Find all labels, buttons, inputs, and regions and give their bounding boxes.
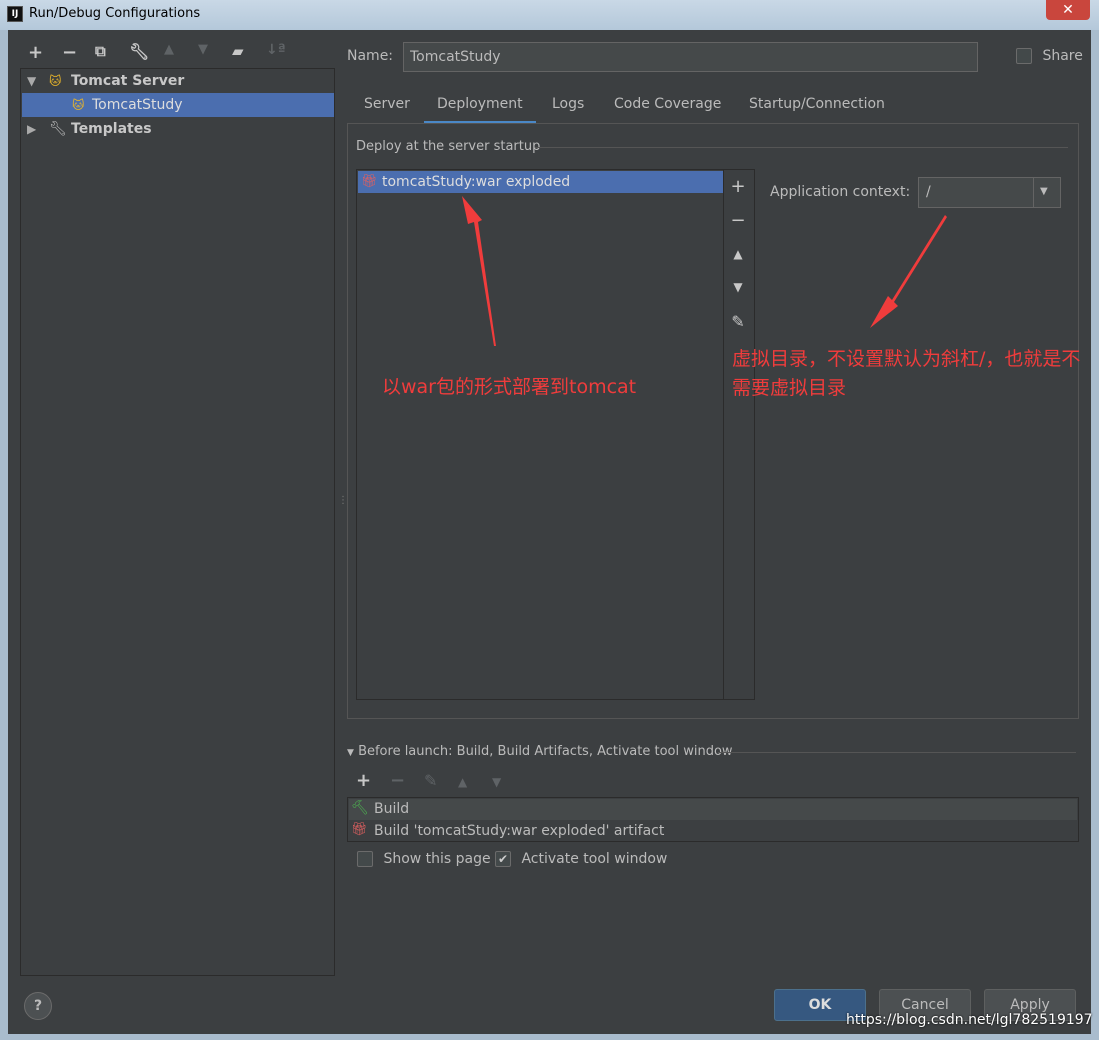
before-launch-header[interactable]: ▼ Before launch: Build, Build Artifacts,… (347, 744, 733, 759)
before-launch-title: Before launch: Build, Build Artifacts, A… (358, 744, 733, 759)
checkbox[interactable] (357, 851, 373, 867)
hammer-icon: 🔨︎ (351, 800, 369, 816)
arrow-right (870, 215, 947, 328)
checkbox-checked[interactable]: ✔ (495, 851, 511, 867)
collapse-icon[interactable]: ▼ (347, 748, 354, 758)
divider (718, 752, 1076, 753)
item-label: Build 'tomcatStudy:war exploded' artifac… (374, 823, 665, 839)
list-item[interactable]: 🎁︎ Build 'tomcatStudy:war exploded' arti… (349, 821, 1077, 842)
activate-tool-window-checkbox[interactable]: ✔ Activate tool window (495, 851, 667, 867)
arrow-left (462, 196, 496, 346)
show-page-checkbox[interactable]: Show this page (357, 851, 491, 867)
edit-icon[interactable]: ✎ (424, 771, 437, 790)
annotation-arrows (462, 196, 947, 346)
activate-label: Activate tool window (521, 851, 668, 867)
move-up-icon[interactable]: ▲ (458, 775, 467, 789)
annotation-left: 以war包的形式部署到tomcat (382, 376, 637, 398)
help-button[interactable]: ? (24, 992, 52, 1020)
list-item[interactable]: 🔨︎ Build (349, 799, 1077, 820)
annotation-right: 虚拟目录，不设置默认为斜杠/，也就是不需要虚拟目录 (732, 348, 1081, 399)
remove-icon[interactable]: − (390, 770, 405, 791)
artifact-icon: 🎁︎ (351, 822, 368, 837)
move-down-icon[interactable]: ▼ (492, 775, 501, 789)
show-page-label: Show this page (383, 851, 491, 867)
before-launch-list[interactable]: 🔨︎ Build 🎁︎ Build 'tomcatStudy:war explo… (347, 797, 1079, 842)
add-icon[interactable]: + (356, 770, 371, 791)
watermark: https://blog.csdn.net/lgl782519197 (846, 1012, 1093, 1028)
item-label: Build (374, 801, 410, 817)
